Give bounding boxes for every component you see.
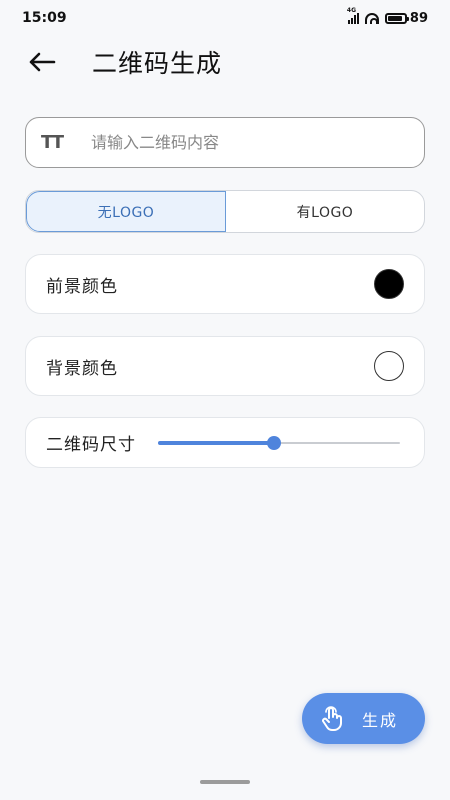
back-button[interactable] xyxy=(20,40,64,84)
foreground-color-label: 前景颜色 xyxy=(46,276,118,297)
background-color-row[interactable]: 背景颜色 xyxy=(25,336,425,396)
slider-fill xyxy=(158,440,275,445)
touch-hand-icon xyxy=(322,705,342,731)
qr-size-row: 二维码尺寸 xyxy=(25,417,425,468)
content-input[interactable] xyxy=(91,133,412,152)
wifi-icon xyxy=(364,12,379,24)
with-logo-option[interactable]: 有LOGO xyxy=(226,191,424,232)
qr-size-slider[interactable] xyxy=(158,433,400,453)
status-bar: 15:09 4G 89 xyxy=(0,0,450,36)
home-indicator xyxy=(200,780,250,784)
qr-generator-screen: 15:09 4G 89 二维码生成 TT 无LOGO 有LOGO xyxy=(0,0,450,800)
network-type: 4G xyxy=(346,6,357,14)
status-time: 15:09 xyxy=(22,10,67,26)
logo-toggle: 无LOGO 有LOGO xyxy=(25,190,425,233)
generate-label: 生成 xyxy=(362,710,399,730)
background-color-label: 背景颜色 xyxy=(46,358,118,379)
qr-size-label: 二维码尺寸 xyxy=(46,435,136,455)
app-bar: 二维码生成 xyxy=(0,36,450,88)
status-icons: 4G 89 xyxy=(347,7,428,26)
text-fields-icon: TT xyxy=(41,132,64,153)
signal-icon: 4G xyxy=(347,7,359,24)
battery-icon: 89 xyxy=(384,10,428,26)
battery-level: 89 xyxy=(409,10,428,26)
generate-button[interactable]: 生成 xyxy=(302,693,425,744)
foreground-color-swatch[interactable] xyxy=(374,269,404,299)
page-title: 二维码生成 xyxy=(92,49,223,78)
no-logo-option[interactable]: 无LOGO xyxy=(26,191,226,232)
slider-thumb[interactable] xyxy=(267,435,282,450)
foreground-color-row[interactable]: 前景颜色 xyxy=(25,254,425,314)
content-input-container[interactable]: TT xyxy=(25,117,425,168)
background-color-swatch[interactable] xyxy=(374,351,404,381)
arrow-left-icon xyxy=(29,52,56,72)
